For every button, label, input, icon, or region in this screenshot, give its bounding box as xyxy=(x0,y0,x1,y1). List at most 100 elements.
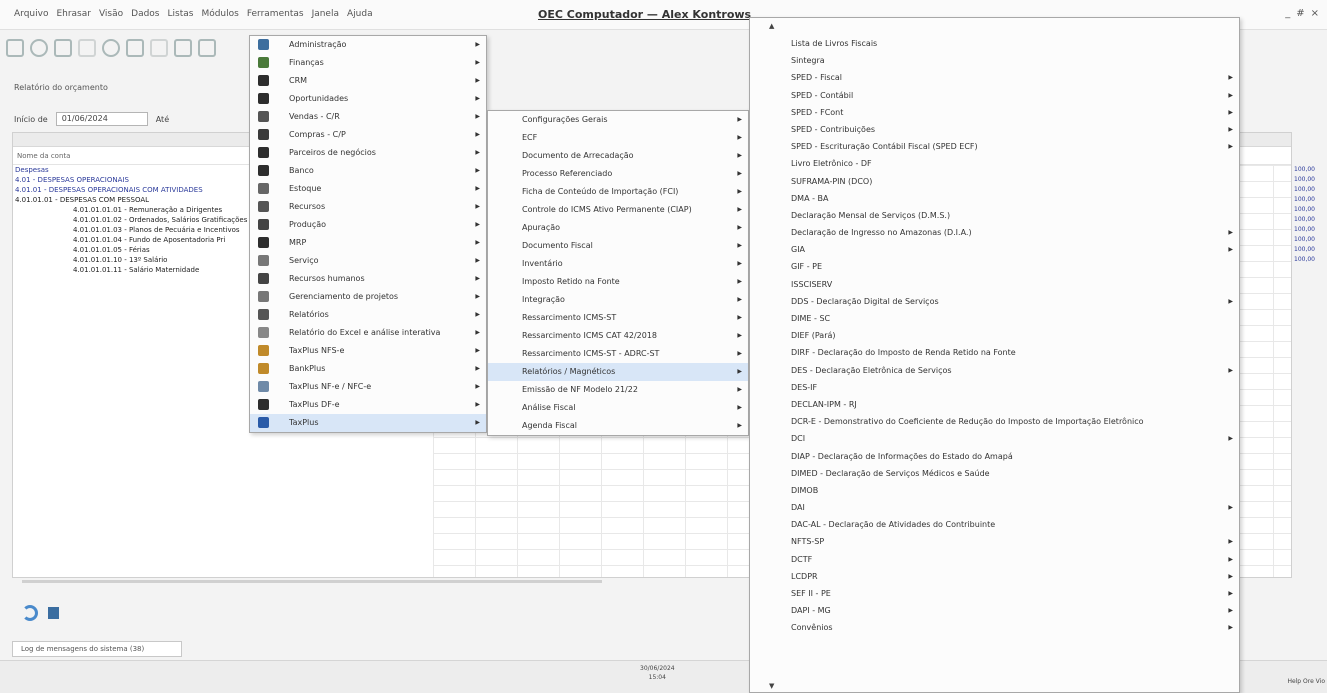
menu-item-declaracao-de-ingresso-no-amazonas-d-i-a[interactable]: Declaração de Ingresso no Amazonas (D.I.… xyxy=(750,224,1239,241)
menu-item-relatorios[interactable]: Relatórios ▶ xyxy=(250,306,486,324)
menu-item-vendas-c-r[interactable]: Vendas - C/R ▶ xyxy=(250,108,486,126)
menu-item-imposto-retido-na-fonte[interactable]: Imposto Retido na Fonte ▶ xyxy=(488,273,748,291)
menu-item-compras-c-p[interactable]: Compras - C/P ▶ xyxy=(250,126,486,144)
menu-item-issciserv[interactable]: ISSCISERV xyxy=(750,276,1239,293)
menu-dados[interactable]: Dados xyxy=(131,9,159,19)
refresh-icon[interactable] xyxy=(22,605,38,621)
system-log-tab[interactable]: Log de mensagens do sistema (38) xyxy=(12,641,182,657)
menu-item-recursos-humanos[interactable]: Recursos humanos ▶ xyxy=(250,270,486,288)
close-button[interactable]: × xyxy=(1311,8,1319,19)
menu-item-processo-referenciado[interactable]: Processo Referenciado ▶ xyxy=(488,165,748,183)
menu-item-ressarcimento-icms-st[interactable]: Ressarcimento ICMS-ST ▶ xyxy=(488,309,748,327)
menu-item-mrp[interactable]: MRP ▶ xyxy=(250,234,486,252)
menu-item-suframa-pin-dco[interactable]: SUFRAMA-PIN (DCO) xyxy=(750,173,1239,190)
menu-item-relatorios-magneticos[interactable]: Relatórios / Magnéticos ▶ xyxy=(488,363,748,381)
printer-icon[interactable] xyxy=(54,39,72,57)
menu-item-dcr-e-demonstrativo-do-coeficiente-de-reducao-do-imposto-de-importacao-eletronico[interactable]: DCR-E - Demonstrativo do Coeficiente de … xyxy=(750,413,1239,430)
menu-janela[interactable]: Janela xyxy=(312,9,339,19)
menu-item-declan-ipm-rj[interactable]: DECLAN-IPM - RJ xyxy=(750,396,1239,413)
menu-item-parceiros-de-negocios[interactable]: Parceiros de negócios ▶ xyxy=(250,144,486,162)
menu-modulos[interactable]: Módulos xyxy=(201,9,238,19)
save-icon[interactable] xyxy=(48,607,59,619)
menu-item-financas[interactable]: Finanças ▶ xyxy=(250,54,486,72)
menu-item-sped-fiscal[interactable]: SPED - Fiscal ▶ xyxy=(750,69,1239,86)
start-date-field[interactable]: 01/06/2024 xyxy=(55,112,148,126)
menu-item-taxplus-nf-e-nfc-e[interactable]: TaxPlus NF-e / NFC-e ▶ xyxy=(250,378,486,396)
menu-item-agenda-fiscal[interactable]: Agenda Fiscal ▶ xyxy=(488,417,748,435)
menu-item-dime-sc[interactable]: DIME - SC xyxy=(750,310,1239,327)
menu-item-des-if[interactable]: DES-IF xyxy=(750,379,1239,396)
menu-item-emissao-de-nf-modelo-21-22[interactable]: Emissão de NF Modelo 21/22 ▶ xyxy=(488,381,748,399)
menu-item-sped-fcont[interactable]: SPED - FCont ▶ xyxy=(750,104,1239,121)
menu-item-ressarcimento-icms-st-adrc-st[interactable]: Ressarcimento ICMS-ST - ADRC-ST ▶ xyxy=(488,345,748,363)
scroll-down-icon[interactable]: ▼ xyxy=(769,682,774,690)
menu-arquivo[interactable]: Arquivo xyxy=(14,9,48,19)
menu-item-dai[interactable]: DAI ▶ xyxy=(750,499,1239,516)
minimize-button[interactable]: _ xyxy=(1285,8,1290,19)
menu-item-analise-fiscal[interactable]: Análise Fiscal ▶ xyxy=(488,399,748,417)
menu-item-taxplus-nfs-e[interactable]: TaxPlus NFS-e ▶ xyxy=(250,342,486,360)
horizontal-scrollbar[interactable] xyxy=(22,580,602,583)
menu-item-taxplus-df-e[interactable]: TaxPlus DF-e ▶ xyxy=(250,396,486,414)
menu-item-relatorio-do-excel-e-analise-interativa[interactable]: Relatório do Excel e análise interativa ▶ xyxy=(250,324,486,342)
menu-item-ressarcimento-icms-cat-42-2018[interactable]: Ressarcimento ICMS CAT 42/2018 ▶ xyxy=(488,327,748,345)
menu-item-configuracoes-gerais[interactable]: Configurações Gerais ▶ xyxy=(488,111,748,129)
email-icon[interactable] xyxy=(102,39,120,57)
pdf-export-icon[interactable] xyxy=(150,39,168,57)
menu-item-dirf-declaracao-do-imposto-de-renda-retido-na-fonte[interactable]: DIRF - Declaração do Imposto de Renda Re… xyxy=(750,344,1239,361)
menu-item-oportunidades[interactable]: Oportunidades ▶ xyxy=(250,90,486,108)
menu-item-crm[interactable]: CRM ▶ xyxy=(250,72,486,90)
menu-item-dci[interactable]: DCI ▶ xyxy=(750,430,1239,447)
menu-item-ecf[interactable]: ECF ▶ xyxy=(488,129,748,147)
menu-item-documento-de-arrecadacao[interactable]: Documento de Arrecadação ▶ xyxy=(488,147,748,165)
move-icon[interactable] xyxy=(198,39,216,57)
menu-item-nfts-sp[interactable]: NFTS-SP ▶ xyxy=(750,533,1239,550)
menu-item-sped-escrituracao-contabil-fiscal-sped-ecf[interactable]: SPED - Escrituração Contábil Fiscal (SPE… xyxy=(750,138,1239,155)
menu-item-banco[interactable]: Banco ▶ xyxy=(250,162,486,180)
excel-export-icon[interactable] xyxy=(126,39,144,57)
menu-item-gif-pe[interactable]: GIF - PE xyxy=(750,258,1239,275)
menu-item-des-declaracao-eletronica-de-servicos[interactable]: DES - Declaração Eletrônica de Serviços ▶ xyxy=(750,362,1239,379)
menu-item-ficha-de-conteudo-de-importacao-fci[interactable]: Ficha de Conteúdo de Importação (FCI) ▶ xyxy=(488,183,748,201)
menu-item-taxplus[interactable]: TaxPlus ▶ xyxy=(250,414,486,432)
menu-item-dimed-declaracao-de-servicos-medicos-e-saude[interactable]: DIMED - Declaração de Serviços Médicos e… xyxy=(750,465,1239,482)
menu-item-lcdpr[interactable]: LCDPR ▶ xyxy=(750,568,1239,585)
menu-item-gia[interactable]: GIA ▶ xyxy=(750,241,1239,258)
menu-item-inventario[interactable]: Inventário ▶ xyxy=(488,255,748,273)
menu-ajuda[interactable]: Ajuda xyxy=(347,9,373,19)
menu-item-servico[interactable]: Serviço ▶ xyxy=(250,252,486,270)
menu-item-controle-do-icms-ativo-permanente-ciap[interactable]: Controle do ICMS Ativo Permanente (CIAP)… xyxy=(488,201,748,219)
menu-ferramentas[interactable]: Ferramentas xyxy=(247,9,304,19)
menu-item-estoque[interactable]: Estoque ▶ xyxy=(250,180,486,198)
menu-item-sped-contabil[interactable]: SPED - Contábil ▶ xyxy=(750,87,1239,104)
menu-item-apuracao[interactable]: Apuração ▶ xyxy=(488,219,748,237)
menu-item-recursos[interactable]: Recursos ▶ xyxy=(250,198,486,216)
menu-item-producao[interactable]: Produção ▶ xyxy=(250,216,486,234)
scroll-up-icon[interactable]: ▲ xyxy=(769,22,774,30)
menu-item-integracao[interactable]: Integração ▶ xyxy=(488,291,748,309)
preview-icon[interactable] xyxy=(78,39,96,57)
menu-item-dac-al-declaracao-de-atividades-do-contribuinte[interactable]: DAC-AL - Declaração de Atividades do Con… xyxy=(750,516,1239,533)
print-icon[interactable] xyxy=(6,39,24,57)
menu-item-sintegra[interactable]: Sintegra xyxy=(750,52,1239,69)
menu-item-convenios[interactable]: Convênios ▶ xyxy=(750,619,1239,636)
menu-item-dctf[interactable]: DCTF ▶ xyxy=(750,551,1239,568)
menu-item-documento-fiscal[interactable]: Documento Fiscal ▶ xyxy=(488,237,748,255)
menu-item-dief-para[interactable]: DIEF (Pará) xyxy=(750,327,1239,344)
menu-listas[interactable]: Listas xyxy=(168,9,194,19)
menu-item-bankplus[interactable]: BankPlus ▶ xyxy=(250,360,486,378)
menu-ehrasar[interactable]: Ehrasar xyxy=(56,9,91,19)
maximize-button[interactable]: # xyxy=(1296,8,1304,19)
menu-item-dma-ba[interactable]: DMA - BA xyxy=(750,190,1239,207)
globe-icon[interactable] xyxy=(30,39,48,57)
menu-item-sef-ii-pe[interactable]: SEF II - PE ▶ xyxy=(750,585,1239,602)
menu-item-sped-contribuicoes[interactable]: SPED - Contribuições ▶ xyxy=(750,121,1239,138)
menu-item-administracao[interactable]: Administração ▶ xyxy=(250,36,486,54)
menu-item-dapi-mg[interactable]: DAPI - MG ▶ xyxy=(750,602,1239,619)
menu-item-lista-de-livros-fiscais[interactable]: Lista de Livros Fiscais xyxy=(750,35,1239,52)
menu-item-diap-declaracao-de-informacoes-do-estado-do-amapa[interactable]: DIAP - Declaração de Informações do Esta… xyxy=(750,448,1239,465)
menu-item-dds-declaracao-digital-de-servicos[interactable]: DDS - Declaração Digital de Serviços ▶ xyxy=(750,293,1239,310)
menu-visao[interactable]: Visão xyxy=(99,9,123,19)
menu-item-livro-eletronico-df[interactable]: Livro Eletrônico - DF xyxy=(750,155,1239,172)
grid-icon[interactable] xyxy=(174,39,192,57)
